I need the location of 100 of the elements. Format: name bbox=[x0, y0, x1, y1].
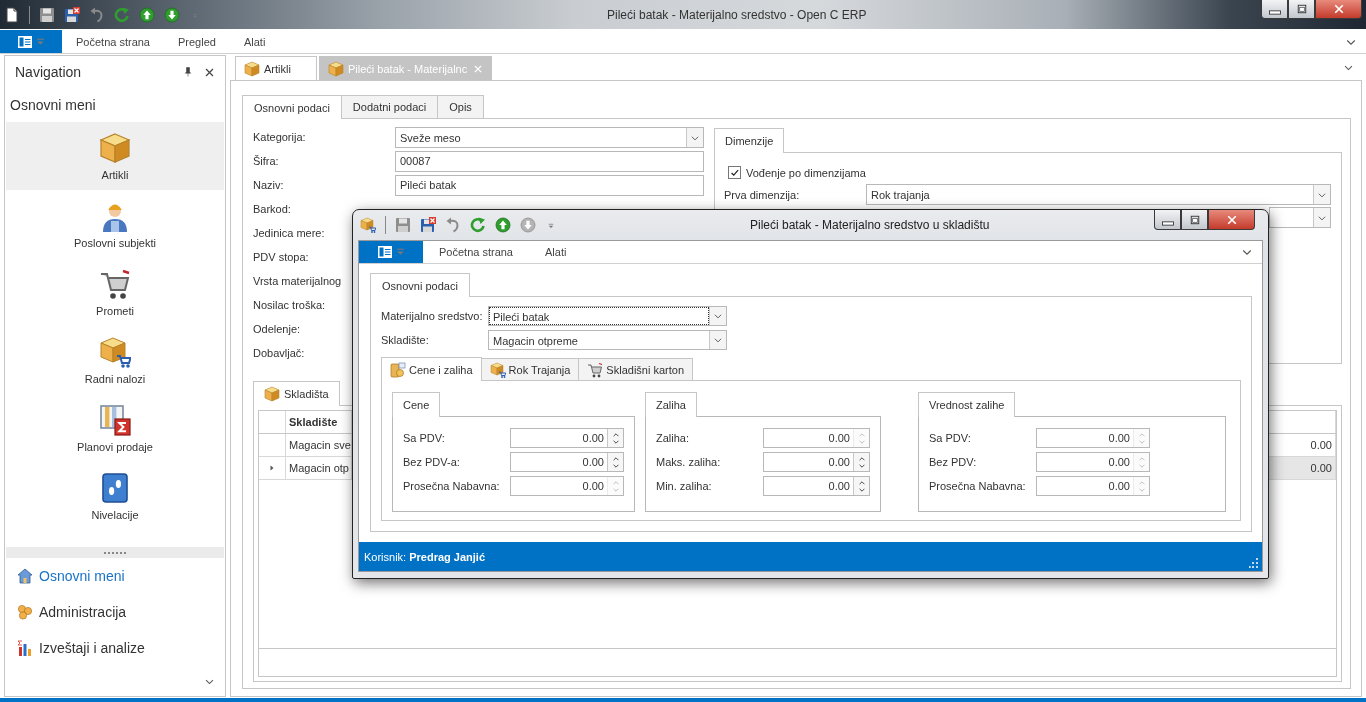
maximize-button[interactable] bbox=[1288, 0, 1315, 19]
nav-item[interactable]: Artikli bbox=[6, 122, 224, 190]
group-title: Zaliha bbox=[645, 392, 697, 417]
document-tab[interactable]: Artikli bbox=[235, 56, 317, 80]
number-field[interactable]: 0.00 bbox=[763, 476, 870, 496]
field-label: Skladište: bbox=[381, 333, 430, 348]
nav-item[interactable]: Nivelacije bbox=[6, 462, 224, 530]
chevron-down-icon bbox=[713, 335, 723, 345]
chevron-down-icon bbox=[1137, 486, 1146, 493]
box-icon bbox=[244, 60, 260, 77]
number-field[interactable]: 0.00 bbox=[510, 452, 624, 472]
text-field[interactable]: 00087 bbox=[395, 151, 704, 172]
chevron-down-icon bbox=[857, 462, 866, 469]
undo-icon[interactable] bbox=[445, 217, 461, 233]
field-label: Maks. zaliha: bbox=[656, 456, 722, 468]
app-menu-button[interactable] bbox=[0, 30, 62, 53]
refresh-icon[interactable] bbox=[470, 217, 486, 233]
tab[interactable]: Osnovni podaci bbox=[242, 95, 342, 119]
field-label: Materijalno sredstvo: bbox=[381, 309, 484, 324]
tab[interactable]: Cene i zaliha bbox=[381, 357, 482, 381]
grip-icon bbox=[103, 549, 127, 556]
spin-button[interactable] bbox=[853, 453, 869, 471]
field-label: Sa PDV: bbox=[403, 432, 446, 444]
minimize-button[interactable] bbox=[1261, 0, 1288, 19]
resize-grip-icon[interactable] bbox=[1249, 557, 1258, 568]
new-document-icon[interactable] bbox=[4, 6, 20, 23]
menu-icon bbox=[377, 244, 393, 260]
dropdown-field[interactable]: Pileći batak bbox=[488, 306, 727, 326]
spin-button[interactable] bbox=[853, 477, 869, 495]
box-cart-icon[interactable] bbox=[360, 217, 376, 233]
checkbox[interactable] bbox=[728, 166, 741, 179]
book-icon bbox=[99, 471, 131, 504]
tab[interactable]: Dodatni podaci bbox=[340, 95, 439, 118]
tab[interactable]: Osnovni podaci bbox=[370, 273, 470, 297]
field-label: Bez PDV-a: bbox=[403, 456, 461, 468]
ribbon-tab[interactable]: Početna strana bbox=[62, 30, 164, 53]
close-icon bbox=[1225, 213, 1238, 226]
close-button[interactable] bbox=[1315, 0, 1362, 19]
field-label: Naziv: bbox=[253, 178, 284, 193]
tab[interactable]: Rok Trajanja bbox=[480, 358, 580, 380]
chevron-up-icon bbox=[857, 455, 866, 462]
chevron-up-icon bbox=[611, 479, 620, 486]
number-field[interactable]: 0.00 bbox=[510, 428, 624, 448]
close-icon[interactable] bbox=[204, 66, 215, 78]
nav-group[interactable]: Izveštaji i analize bbox=[5, 630, 225, 666]
nav-item[interactable]: Prometi bbox=[6, 258, 224, 326]
tab[interactable]: Opis bbox=[437, 95, 484, 118]
dropdown-field[interactable]: Magacin otpreme bbox=[488, 330, 727, 350]
dropdown-field[interactable]: Rok trajanja bbox=[866, 184, 1331, 205]
spin-button[interactable] bbox=[607, 429, 623, 447]
chart-sum-icon bbox=[99, 403, 131, 436]
pin-icon[interactable] bbox=[182, 66, 194, 78]
minimize-button[interactable] bbox=[1154, 210, 1181, 230]
chevron-up-icon bbox=[611, 455, 620, 462]
field-label: Nosilac troška: bbox=[253, 298, 326, 313]
field-label: Šifra: bbox=[253, 154, 279, 169]
save-close-icon[interactable] bbox=[64, 6, 80, 23]
nav-group[interactable]: Osnovni meni bbox=[5, 558, 225, 594]
ribbon-tab[interactable]: Pregled bbox=[164, 30, 230, 53]
chevron-down-icon bbox=[611, 462, 620, 469]
text-field[interactable]: Pileći batak bbox=[395, 175, 704, 196]
save-close-icon[interactable] bbox=[420, 217, 436, 233]
checkbox-label: Vođenje po dimenzijama bbox=[746, 166, 866, 179]
undo-icon[interactable] bbox=[89, 6, 105, 23]
tab[interactable]: Dimenzije bbox=[714, 128, 785, 153]
chevron-down-icon bbox=[611, 438, 620, 445]
dropdown-field[interactable] bbox=[1269, 207, 1331, 228]
window-title: Pileći batak - Materijalno sredstvo u skladištu bbox=[750, 218, 991, 232]
nav-group[interactable]: Administracija bbox=[5, 594, 225, 630]
field-label: Zaliha: bbox=[656, 432, 691, 444]
close-button[interactable] bbox=[1208, 210, 1255, 230]
tab[interactable]: Skladišta bbox=[253, 381, 340, 406]
maximize-icon bbox=[1295, 3, 1308, 15]
number-field[interactable]: 0.00 bbox=[763, 452, 870, 472]
house-icon bbox=[17, 568, 33, 584]
app-menu-button[interactable] bbox=[359, 241, 423, 263]
nav-item[interactable]: Planovi prodaje bbox=[6, 394, 224, 462]
row-header-cell[interactable] bbox=[259, 457, 286, 480]
refresh-icon[interactable] bbox=[114, 6, 130, 23]
ribbon-tab[interactable]: Početna strana bbox=[423, 241, 529, 263]
chevron-up-icon bbox=[1137, 431, 1146, 438]
nav-item[interactable]: Radni nalozi bbox=[6, 326, 224, 394]
field-label: Barkod: bbox=[253, 202, 291, 217]
maximize-button[interactable] bbox=[1181, 210, 1208, 230]
caret-icon bbox=[396, 246, 405, 258]
box-icon bbox=[99, 131, 131, 164]
spin-button[interactable] bbox=[607, 453, 623, 471]
field-label: Kategorija: bbox=[253, 130, 306, 145]
row-header-cell[interactable] bbox=[259, 434, 286, 457]
nav-item[interactable]: Poslovni subjekti bbox=[6, 190, 224, 258]
dropdown-field[interactable]: Sveže meso bbox=[395, 127, 704, 148]
save-icon[interactable] bbox=[39, 6, 55, 23]
chevron-down-icon bbox=[1137, 462, 1146, 469]
ribbon-tab[interactable]: Alati bbox=[529, 241, 583, 263]
field-label: PDV stopa: bbox=[253, 250, 309, 265]
tab[interactable]: Skladišni karton bbox=[578, 358, 693, 380]
maximize-icon bbox=[1188, 213, 1201, 226]
chevron-down-icon bbox=[857, 438, 866, 445]
ribbon-tab[interactable]: Alati bbox=[229, 30, 280, 53]
minimize-icon bbox=[1268, 10, 1281, 15]
